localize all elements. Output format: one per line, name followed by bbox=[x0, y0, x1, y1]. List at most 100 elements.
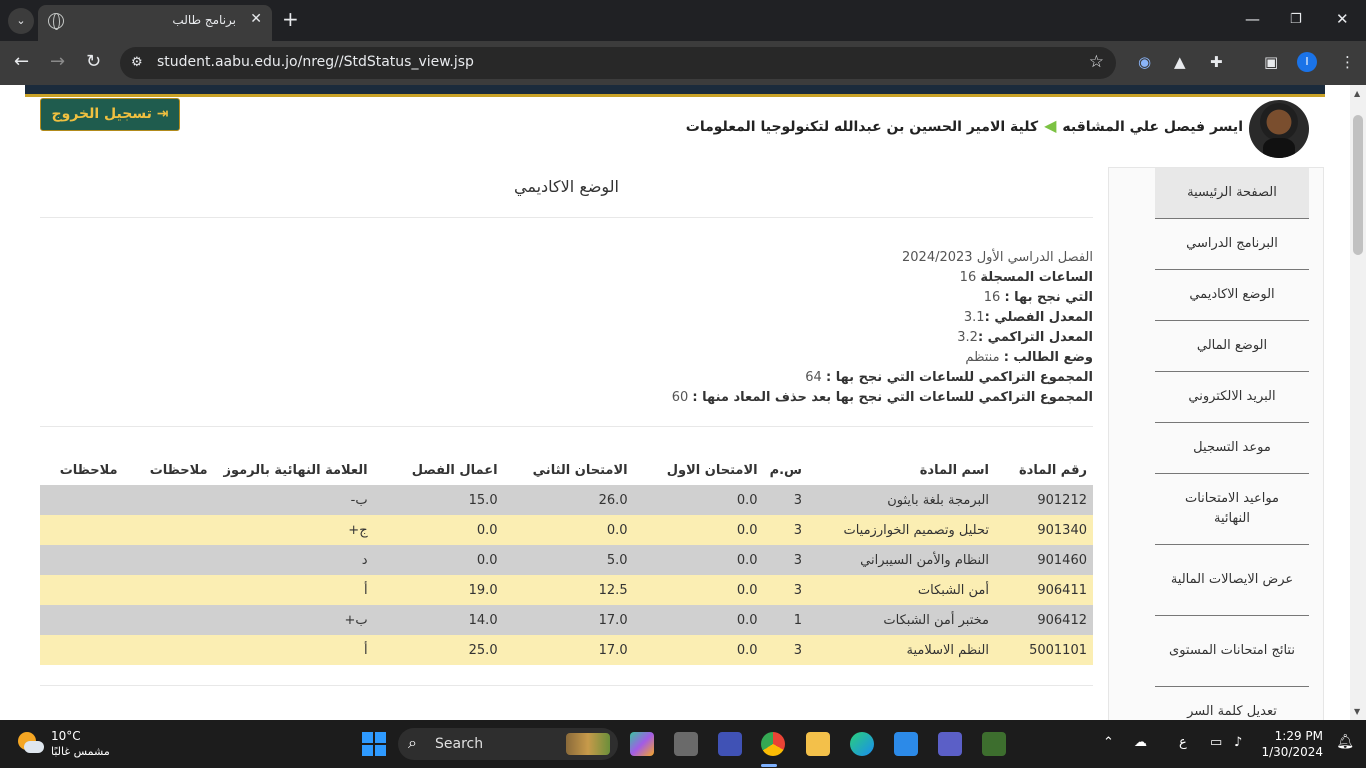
notes bbox=[123, 635, 214, 665]
bookmark-star-icon[interactable]: ☆ bbox=[1089, 52, 1104, 72]
credit-hours: 3 bbox=[763, 485, 808, 515]
weather-icon[interactable] bbox=[18, 732, 44, 756]
col-first-exam: الامتحان الاول bbox=[666, 462, 758, 478]
windows-start-icon[interactable] bbox=[362, 732, 386, 756]
close-window-button[interactable]: ✕ bbox=[1336, 10, 1349, 28]
copilot-icon[interactable] bbox=[630, 732, 654, 756]
course-name: البرمجة بلغة بايثون bbox=[808, 485, 995, 515]
table-row: 906412 مختبر أمن الشبكات 1 0.0 17.0 14.0… bbox=[40, 605, 1093, 635]
table-row: 906411 أمن الشبكات 3 0.0 12.5 19.0 أ bbox=[40, 575, 1093, 605]
course-code: 901212 bbox=[995, 485, 1093, 515]
sidebar-item-home[interactable]: الصفحة الرئيسية bbox=[1155, 168, 1309, 219]
notes bbox=[40, 635, 124, 665]
course-name: مختبر أمن الشبكات bbox=[808, 605, 995, 635]
sidebar-item-receipts[interactable]: عرض الايصالات المالية bbox=[1155, 545, 1309, 616]
col-notes: ملاحظات bbox=[149, 462, 208, 478]
edge-icon[interactable] bbox=[850, 732, 874, 756]
task-view-icon[interactable] bbox=[674, 732, 698, 756]
coursework: 15.0 bbox=[373, 485, 504, 515]
notes bbox=[40, 485, 124, 515]
final-grade: د bbox=[213, 545, 374, 575]
file-explorer-icon[interactable] bbox=[806, 732, 830, 756]
search-label: Search bbox=[435, 736, 484, 752]
tab-close-icon[interactable]: ✕ bbox=[250, 11, 262, 27]
profile-avatar[interactable]: I bbox=[1297, 52, 1317, 72]
student-status-row: وضع الطالب : منتظم bbox=[965, 350, 1093, 365]
forward-button[interactable]: → bbox=[50, 51, 65, 73]
col-notes: ملاحظات bbox=[59, 462, 118, 478]
onedrive-icon[interactable]: ☁ bbox=[1134, 735, 1147, 750]
course-name: تحليل وتصميم الخوارزميات bbox=[808, 515, 995, 545]
side-panel-icon[interactable]: ▣ bbox=[1264, 53, 1278, 71]
college-name: كلية الامير الحسين بن عبدالله لتكنولوجيا… bbox=[685, 119, 1039, 135]
sidebar-item-final-exams[interactable]: مواعيد الامتحانات النهائية bbox=[1155, 474, 1309, 545]
back-button[interactable]: ← bbox=[14, 51, 29, 73]
browser-tab-strip: ⌄ برنامج طالب ✕ + — ❐ ✕ bbox=[0, 0, 1366, 41]
reload-button[interactable]: ↻ bbox=[86, 51, 101, 73]
sidebar-item-change-password[interactable]: تعديل كلمة السر bbox=[1155, 687, 1309, 720]
app-icon[interactable] bbox=[982, 732, 1006, 756]
final-grade: ج+ bbox=[213, 515, 374, 545]
chrome-icon[interactable] bbox=[761, 732, 785, 756]
taskbar-clock[interactable]: 1:29 PM 1/30/2024 bbox=[1261, 728, 1323, 760]
vscode-icon[interactable] bbox=[894, 732, 918, 756]
teams-icon[interactable] bbox=[718, 732, 742, 756]
notes bbox=[40, 515, 124, 545]
scrollbar-thumb[interactable] bbox=[1353, 115, 1363, 255]
credit-hours: 3 bbox=[763, 635, 808, 665]
browser-tab[interactable]: برنامج طالب ✕ bbox=[38, 5, 272, 41]
notes bbox=[123, 485, 214, 515]
site-info-icon[interactable]: ⚙ bbox=[131, 55, 143, 70]
weather-temperature[interactable]: 10°C bbox=[51, 729, 81, 743]
credit-hours: 3 bbox=[763, 575, 808, 605]
sidebar-item-academic-status[interactable]: الوضع الاكاديمي bbox=[1155, 270, 1309, 321]
sidebar-item-level-exams[interactable]: نتائج امتحانات المستوى bbox=[1155, 616, 1309, 687]
page-viewport: تسجيل الخروج ⇥ ايسر فيصل علي المشاقبه ◀ كل… bbox=[0, 85, 1350, 720]
final-grade: ب- bbox=[213, 485, 374, 515]
credit-hours: 1 bbox=[763, 605, 808, 635]
second-exam: 0.0 bbox=[503, 515, 634, 545]
read-aloud-icon[interactable]: ◉ bbox=[1138, 53, 1151, 71]
sidebar-item-study-plan[interactable]: البرنامج الدراسي bbox=[1155, 219, 1309, 270]
course-code: 901460 bbox=[995, 545, 1093, 575]
student-photo bbox=[1249, 100, 1309, 158]
divider bbox=[40, 426, 1093, 427]
menu-icon[interactable]: ⋮ bbox=[1340, 53, 1355, 71]
teams-work-icon[interactable] bbox=[938, 732, 962, 756]
sidebar-item-financial-status[interactable]: الوضع المالي bbox=[1155, 321, 1309, 372]
page-scrollbar[interactable]: ▲ ▼ bbox=[1350, 85, 1366, 720]
taskbar-search[interactable]: ⌕ Search bbox=[398, 728, 618, 760]
scroll-down-icon[interactable]: ▼ bbox=[1354, 707, 1360, 716]
restore-button[interactable]: ❐ bbox=[1290, 12, 1302, 27]
credit-hours: 3 bbox=[763, 545, 808, 575]
search-highlight-image bbox=[566, 733, 610, 755]
sidebar-item-registration-date[interactable]: موعد التسجيل bbox=[1155, 423, 1309, 474]
notification-bell-icon[interactable]: 🔔︎ bbox=[1336, 734, 1354, 750]
col-course-code: رقم المادة bbox=[1019, 462, 1087, 478]
scroll-up-icon[interactable]: ▲ bbox=[1354, 89, 1360, 98]
logout-button[interactable]: تسجيل الخروج ⇥ bbox=[40, 98, 180, 131]
sidebar-item-email[interactable]: البريد الالكتروني bbox=[1155, 372, 1309, 423]
network-icon[interactable]: ▭ bbox=[1210, 735, 1222, 750]
student-header: ايسر فيصل علي المشاقبه ◀ كلية الامير الحسي… bbox=[686, 116, 1243, 135]
notes bbox=[40, 575, 124, 605]
cloud-icon bbox=[24, 741, 44, 753]
course-name: النظم الاسلامية bbox=[808, 635, 995, 665]
address-bar[interactable]: ⚙ student.aabu.edu.jo/nreg//StdStatus_vi… bbox=[120, 47, 1116, 79]
tab-title: برنامج طالب bbox=[172, 13, 236, 27]
final-grade: ب+ bbox=[213, 605, 374, 635]
tab-search-dropdown[interactable]: ⌄ bbox=[8, 8, 34, 34]
semester-summary: الفصل الدراسي الأول 2024/2023 الساعات ال… bbox=[672, 248, 1093, 408]
volume-icon[interactable]: ♪ bbox=[1234, 735, 1242, 750]
language-indicator[interactable]: ع bbox=[1179, 735, 1187, 750]
new-tab-button[interactable]: + bbox=[282, 7, 299, 31]
url-text: student.aabu.edu.jo/nreg//StdStatus_view… bbox=[157, 54, 474, 70]
weather-description[interactable]: مشمس غالبًا bbox=[51, 745, 110, 758]
minimize-button[interactable]: — bbox=[1245, 10, 1260, 28]
extensions-puzzle-icon[interactable]: ✚ bbox=[1210, 53, 1223, 71]
tray-chevron-icon[interactable]: ⌃ bbox=[1103, 735, 1114, 750]
logout-icon: ⇥ bbox=[156, 106, 169, 122]
coursework: 0.0 bbox=[373, 545, 504, 575]
extension-icon[interactable]: ▲ bbox=[1174, 53, 1186, 71]
table-row: 901340 تحليل وتصميم الخوارزميات 3 0.0 0.… bbox=[40, 515, 1093, 545]
